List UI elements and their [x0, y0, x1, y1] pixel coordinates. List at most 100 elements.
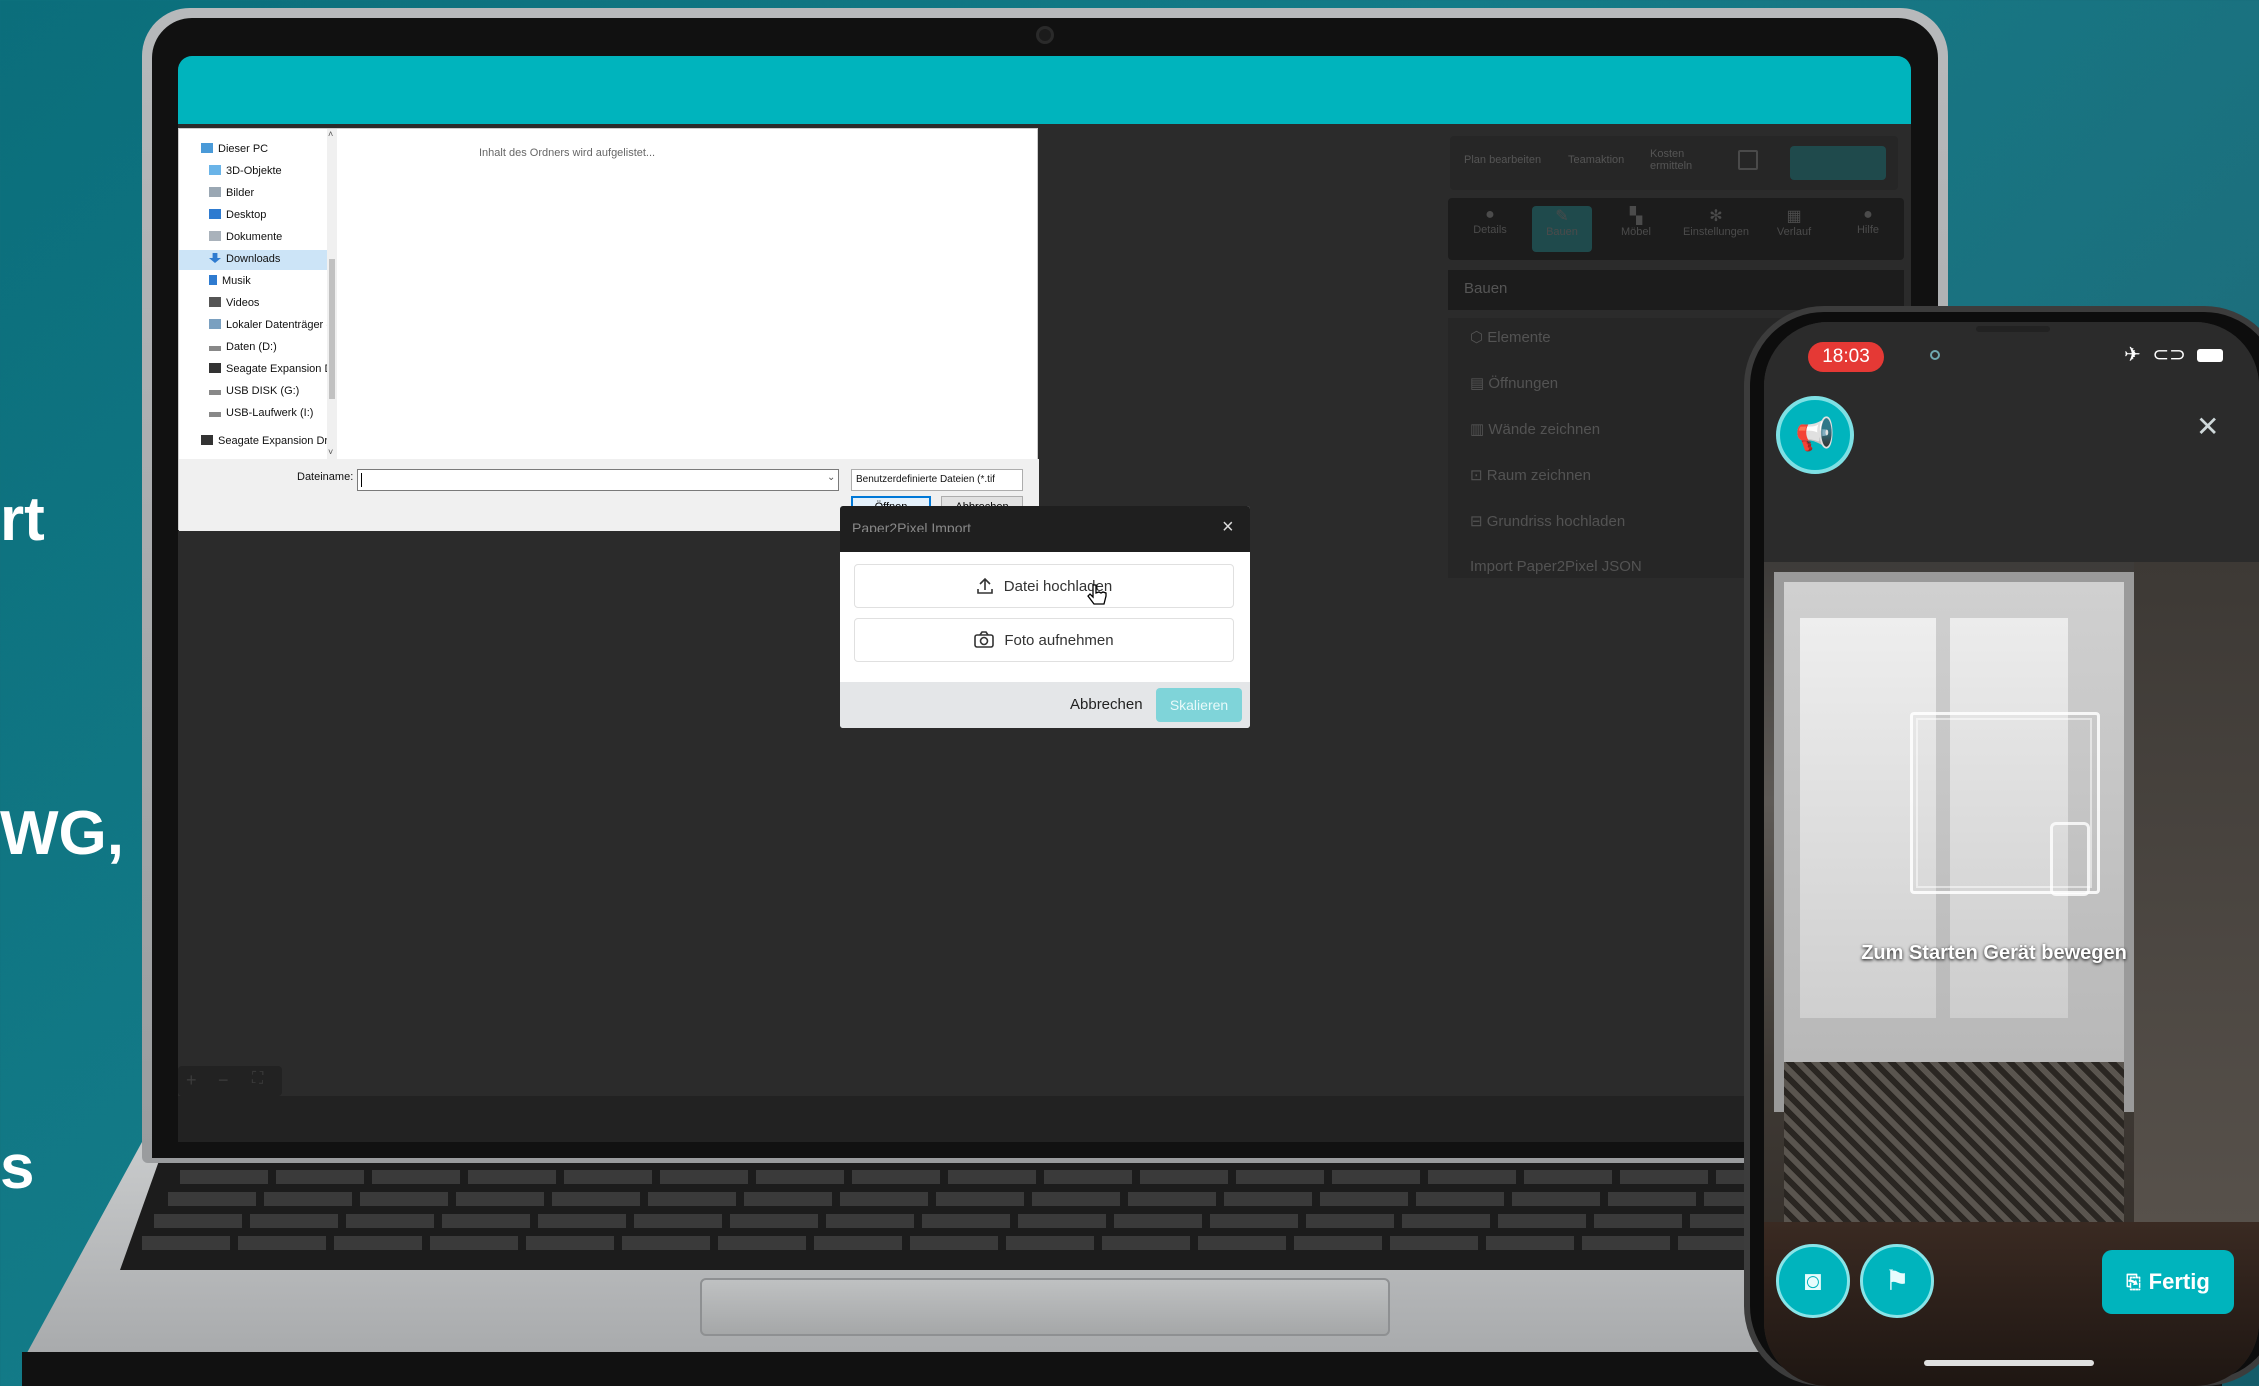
folder-tree: Dieser PC 3D-Objekte Bilder Desktop Doku… — [179, 129, 332, 459]
status-time: 18:03 — [1808, 342, 1884, 372]
tree-item-musik[interactable]: Musik — [209, 275, 251, 287]
drive-icon — [209, 319, 221, 329]
tree-item-3d-objekte[interactable]: 3D-Objekte — [209, 165, 282, 177]
laptop-keyboard — [120, 1158, 1820, 1270]
history-icon: ▦ — [1786, 208, 1802, 225]
chevron-down-icon[interactable]: ⌄ — [827, 472, 835, 483]
file-open-dialog: Dieser PC 3D-Objekte Bilder Desktop Doku… — [178, 128, 1039, 531]
tree-item-seagate-2[interactable]: Seagate Expansion Dri — [201, 435, 331, 447]
upload-icon — [976, 577, 993, 594]
tab-moebel[interactable]: ▚ Möbel — [1606, 206, 1666, 252]
desktop-icon — [209, 209, 221, 219]
dynamic-island — [1976, 326, 2050, 332]
tab-verlauf[interactable]: ▦ Verlauf — [1764, 206, 1824, 252]
done-button[interactable]: ⎘ Fertig — [2102, 1250, 2234, 1314]
close-icon[interactable]: × — [1222, 516, 1234, 539]
modal-cancel-button[interactable]: Abbrechen — [1070, 696, 1143, 713]
modal-title: Paper2Pixel Import — [852, 520, 972, 532]
webcam-icon — [1036, 26, 1054, 44]
save-icon[interactable] — [1738, 150, 1758, 170]
scrollbar-thumb[interactable] — [329, 259, 335, 399]
tree-item-lokaler-datentraeger[interactable]: Lokaler Datenträger ( — [209, 319, 330, 331]
room-icon: ⊡ — [1470, 467, 1487, 484]
chevron-up-icon[interactable]: ˄ — [328, 129, 333, 139]
tab-einstellungen[interactable]: ✻ Einstellungen — [1674, 206, 1758, 252]
laptop-trackpad — [700, 1278, 1390, 1336]
take-photo-button[interactable]: Foto aufnehmen — [854, 618, 1234, 662]
documents-icon — [209, 231, 221, 241]
cube-icon — [209, 165, 221, 175]
panel-item-oeffnungen[interactable]: ▤ Öffnungen — [1470, 374, 1558, 392]
zoom-in-button[interactable]: + — [186, 1070, 197, 1091]
tree-item-desktop[interactable]: Desktop — [209, 209, 266, 221]
zoom-out-button[interactable]: − — [218, 1070, 229, 1091]
tree-item-daten[interactable]: Daten (D:) — [209, 341, 277, 353]
primary-action-button[interactable] — [1790, 146, 1886, 180]
chevron-down-icon[interactable]: ˅ — [328, 447, 333, 457]
close-icon[interactable]: ✕ — [2196, 410, 2219, 443]
zoom-controls: + − ⛶ — [178, 1066, 282, 1096]
camera-feed-wall — [2134, 562, 2259, 1222]
video-icon — [209, 297, 221, 307]
tab-hilfe[interactable]: ● Hilfe — [1838, 206, 1898, 252]
camera-feed-radiator — [1784, 1062, 2124, 1222]
tree-item-downloads[interactable]: Downloads — [209, 253, 280, 265]
phone-screen: 18:03 ✈ ⊂⊃ 📢 ✕ Zum Starten Gerät bewegen… — [1764, 322, 2259, 1386]
screen-bottom-bezel — [178, 1096, 1911, 1142]
drive-icon — [201, 435, 213, 445]
text-caret — [361, 473, 362, 487]
side-text-1: rt — [0, 485, 45, 554]
tree-item-dieser-pc[interactable]: Dieser PC — [201, 143, 268, 155]
camera-button[interactable]: ◙ — [1776, 1244, 1850, 1318]
megaphone-button[interactable]: 📢 — [1776, 396, 1854, 474]
pc-icon — [201, 143, 213, 153]
app-toolbar: Plan bearbeiten Teamaktion Kosten ermitt… — [1450, 136, 1898, 190]
pencil-icon: ✎ — [1555, 208, 1569, 225]
filetype-select[interactable]: Benutzerdefinierte Dateien (*.tif — [851, 469, 1023, 491]
toolbar-team-button[interactable]: Teamaktion — [1568, 154, 1624, 166]
airplane-icon: ✈ — [2124, 344, 2141, 366]
filename-input[interactable] — [357, 469, 839, 491]
camera-dot-icon — [1930, 350, 1940, 360]
app-header-bar — [178, 56, 1911, 124]
phone-outline-icon — [2050, 822, 2090, 896]
tree-item-dokumente[interactable]: Dokumente — [209, 231, 282, 243]
folder-status-message: Inhalt des Ordners wird aufgelistet... — [479, 147, 656, 159]
toolbar-plan-button[interactable]: Plan bearbeiten — [1464, 154, 1544, 166]
side-text-2: WG, — [0, 799, 124, 868]
modal-footer: Abbrechen Skalieren — [840, 682, 1250, 728]
info-icon: ● — [1485, 206, 1495, 223]
flag-icon: ⚑ — [1884, 1265, 1910, 1296]
tree-item-usb-disk[interactable]: USB DISK (G:) — [209, 385, 299, 397]
usb-icon — [209, 390, 221, 395]
scan-hint: Zum Starten Gerät bewegen — [1861, 942, 2127, 964]
flag-button[interactable]: ⚑ — [1860, 1244, 1934, 1318]
hand-cursor-icon — [1087, 584, 1107, 605]
panel-item-waende[interactable]: ▥ Wände zeichnen — [1470, 420, 1600, 438]
tree-item-bilder[interactable]: Bilder — [209, 187, 254, 199]
furniture-icon: ▚ — [1629, 208, 1643, 225]
tool-tabs: ● Details ✎ Bauen ▚ Möbel ✻ Einstellungen ▦ V… — [1448, 198, 1904, 260]
tab-bauen[interactable]: ✎ Bauen — [1532, 206, 1592, 252]
scale-button[interactable]: Skalieren — [1156, 688, 1242, 722]
drive-icon — [209, 363, 221, 373]
floorplan-icon: ⊟ — [1470, 513, 1487, 530]
tab-details[interactable]: ● Details — [1460, 206, 1520, 252]
link-icon: ⊂⊃ — [2152, 344, 2186, 366]
tree-item-videos[interactable]: Videos — [209, 297, 259, 309]
wall-icon: ▥ — [1470, 421, 1489, 438]
panel-item-grundriss[interactable]: ⊟ Grundriss hochladen — [1470, 512, 1625, 530]
panel-item-import-json[interactable]: Import Paper2Pixel JSON — [1470, 558, 1642, 575]
tree-item-usb-laufwerk[interactable]: USB-Laufwerk (I:) — [209, 407, 313, 419]
panel-item-raum[interactable]: ⊡ Raum zeichnen — [1470, 466, 1591, 484]
panel-title: Bauen — [1448, 270, 1904, 310]
panel-item-elemente[interactable]: ⬡ Elemente — [1470, 328, 1551, 346]
toolbar-cost-button[interactable]: Kosten ermitteln — [1650, 148, 1710, 172]
modal-body: Datei hochladen Foto aufnehmen — [840, 552, 1250, 682]
upload-file-button[interactable]: Datei hochladen — [854, 564, 1234, 608]
save-icon: ⎘ — [2126, 1271, 2141, 1292]
music-icon — [209, 275, 217, 285]
megaphone-icon: 📢 — [1795, 416, 1835, 452]
tree-item-seagate-1[interactable]: Seagate Expansion D — [209, 363, 332, 375]
zoom-fit-button[interactable]: ⛶ — [252, 1070, 263, 1088]
